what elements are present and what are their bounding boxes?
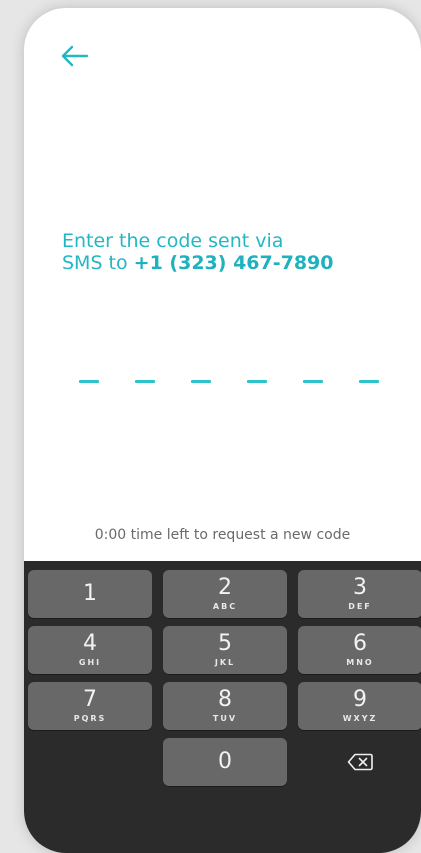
code-digit-slot[interactable] bbox=[247, 379, 267, 383]
key-number: 4 bbox=[83, 631, 97, 656]
key-9[interactable]: 9 WXYZ bbox=[298, 682, 421, 730]
prompt-line-2: SMS to +1 (323) 467-7890 bbox=[62, 252, 402, 274]
key-1[interactable]: 1 bbox=[28, 570, 152, 618]
code-digit-slot[interactable] bbox=[359, 379, 379, 383]
key-letters: GHI bbox=[78, 658, 102, 667]
arrow-left-icon bbox=[61, 45, 89, 67]
key-letters: DEF bbox=[348, 602, 372, 611]
key-number: 0 bbox=[218, 749, 232, 774]
key-number: 8 bbox=[218, 687, 232, 712]
code-digit-slot[interactable] bbox=[79, 379, 99, 383]
code-digit-slot[interactable] bbox=[303, 379, 323, 383]
key-letters: PQRS bbox=[73, 714, 107, 723]
key-4[interactable]: 4 GHI bbox=[28, 626, 152, 674]
numeric-keyboard: 1 2 ABC 3 DEF 4 GHI 5 JKL 6 MNO 7 PQRS 8… bbox=[24, 561, 421, 853]
code-digit-slot[interactable] bbox=[191, 379, 211, 383]
resend-timer: 0:00 time left to request a new code bbox=[94, 527, 351, 543]
phone-number: +1 (323) 467-7890 bbox=[133, 252, 334, 274]
back-button[interactable] bbox=[56, 42, 92, 70]
key-letters: TUV bbox=[212, 714, 238, 723]
key-letters: ABC bbox=[212, 602, 238, 611]
key-number: 7 bbox=[83, 687, 97, 712]
key-8[interactable]: 8 TUV bbox=[163, 682, 287, 730]
key-number: 6 bbox=[353, 631, 367, 656]
key-number: 9 bbox=[353, 687, 367, 712]
key-number: 1 bbox=[83, 581, 97, 606]
key-empty bbox=[28, 738, 152, 786]
key-letters: MNO bbox=[346, 658, 374, 667]
key-number: 5 bbox=[218, 631, 232, 656]
key-0[interactable]: 0 bbox=[163, 738, 287, 786]
delete-key[interactable] bbox=[298, 738, 421, 786]
key-3[interactable]: 3 DEF bbox=[298, 570, 421, 618]
prompt-line-1: Enter the code sent via bbox=[62, 230, 284, 252]
backspace-icon bbox=[347, 753, 373, 771]
key-5[interactable]: 5 JKL bbox=[163, 626, 287, 674]
phone-screen: Enter the code sent via SMS to +1 (323) … bbox=[24, 8, 421, 853]
key-7[interactable]: 7 PQRS bbox=[28, 682, 152, 730]
code-input[interactable] bbox=[79, 376, 379, 386]
key-6[interactable]: 6 MNO bbox=[298, 626, 421, 674]
prompt-prefix: SMS to bbox=[62, 252, 134, 274]
key-number: 2 bbox=[218, 575, 232, 600]
code-prompt: Enter the code sent via SMS to +1 (323) … bbox=[62, 230, 402, 274]
key-letters: JKL bbox=[214, 658, 236, 667]
key-2[interactable]: 2 ABC bbox=[163, 570, 287, 618]
key-number: 3 bbox=[353, 575, 367, 600]
key-letters: WXYZ bbox=[342, 714, 378, 723]
code-digit-slot[interactable] bbox=[135, 379, 155, 383]
